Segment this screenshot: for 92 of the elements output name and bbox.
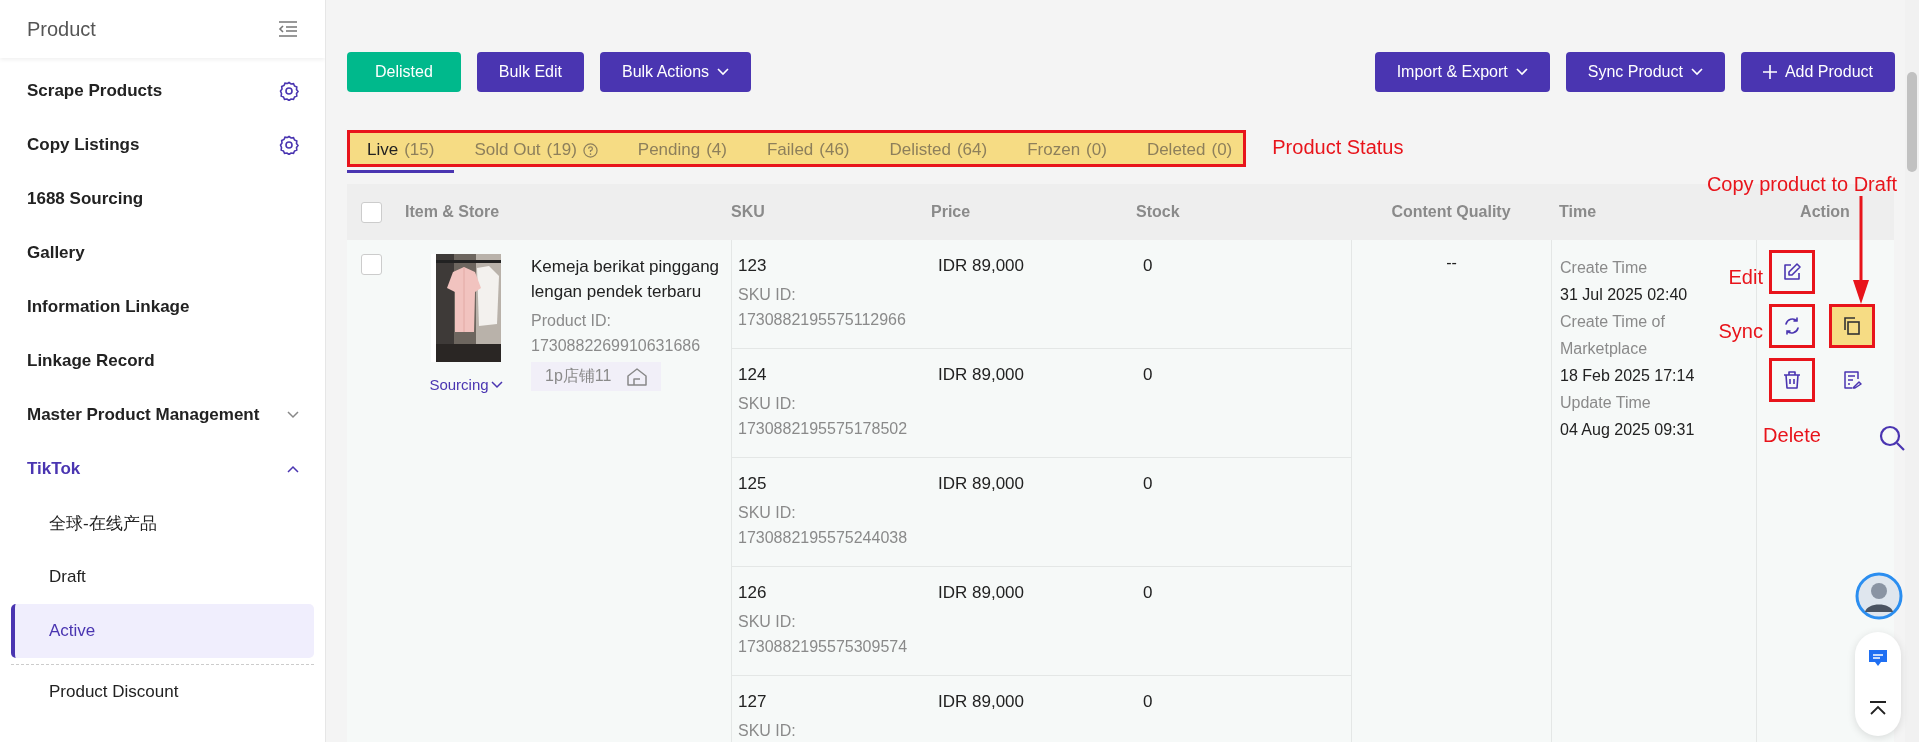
price: IDR 89,000 <box>938 474 1024 493</box>
sku-id-label: SKU ID: <box>738 612 797 632</box>
column-header: Item & Store <box>405 203 500 221</box>
annotation-label: Product Status <box>1272 136 1404 159</box>
sidebar-item[interactable]: Linkage Record <box>0 334 325 388</box>
annotation-label: Copy product to Draft <box>1706 173 1897 196</box>
sidebar-item[interactable]: Copy Listings <box>0 118 325 172</box>
edit-button[interactable] <box>1769 250 1815 294</box>
sidebar-title: Product <box>27 17 96 41</box>
store-tag: 1p店铺11 <box>531 362 662 391</box>
sync-button[interactable] <box>1769 304 1815 348</box>
dropdown-button[interactable]: Sync Product <box>1565 52 1725 92</box>
status-tab[interactable]: Live (15) <box>347 130 455 173</box>
plus-icon <box>1762 65 1777 79</box>
product-id-label: Product ID: <box>531 311 612 331</box>
collapse-icon[interactable] <box>278 21 298 37</box>
sidebar-item[interactable]: Gallery <box>0 226 325 280</box>
settings-icon[interactable] <box>279 81 299 101</box>
toolbar-button[interactable]: Bulk Edit <box>476 52 584 92</box>
sync-icon <box>1782 316 1802 336</box>
sidebar-subitem[interactable]: 全球-在线产品 <box>11 496 314 550</box>
chevron-icon <box>287 465 299 473</box>
annotation-label: Sync <box>1718 319 1763 343</box>
copy-icon <box>1842 316 1862 336</box>
sidebar-item[interactable]: 1688 Sourcing <box>0 172 325 226</box>
product-title: Kemeja berikat pinggang lengan pendek terbaru <box>531 256 721 303</box>
time-value: 31 Jul 2025 02:40 <box>1560 285 1688 305</box>
sku-id-label: SKU ID: <box>738 721 797 741</box>
time-value: 04 Aug 2025 09:31 <box>1560 420 1695 440</box>
stock: 0 <box>1143 692 1153 711</box>
stock: 0 <box>1143 583 1153 602</box>
content-quality: -- <box>1445 254 1458 272</box>
sidebar-subitem[interactable]: Draft <box>11 550 314 604</box>
column-header: Time <box>1559 203 1597 221</box>
search-icon[interactable] <box>1878 424 1906 452</box>
copy-button[interactable] <box>1829 304 1875 348</box>
caret-icon <box>1515 68 1528 76</box>
trash-icon <box>1782 370 1802 390</box>
dropdown-button[interactable]: Bulk Actions <box>599 52 752 92</box>
sidebar-group[interactable]: Master Product Management <box>0 388 325 442</box>
stock: 0 <box>1143 474 1153 493</box>
sku-value: 124 <box>738 364 768 386</box>
time-value: 18 Feb 2025 17:14 <box>1560 366 1695 386</box>
caret-icon <box>490 380 503 389</box>
row-checkbox[interactable] <box>361 254 382 275</box>
price: IDR 89,000 <box>938 692 1024 711</box>
notes-icon <box>1842 370 1862 390</box>
avatar[interactable] <box>1855 572 1903 620</box>
sku-id-label: SKU ID: <box>738 394 797 414</box>
annotation-label: Edit <box>1728 265 1763 289</box>
column-header: SKU <box>731 203 765 221</box>
column-header: Content Quality <box>1391 203 1511 221</box>
settings-icon[interactable] <box>279 135 299 155</box>
price: IDR 89,000 <box>938 583 1024 602</box>
sku-value: 125 <box>738 473 768 495</box>
sku-id: 1730882195575244038 <box>738 528 909 548</box>
annotation-label: Delete <box>1763 424 1821 447</box>
sourcing-link[interactable]: Sourcing <box>429 376 503 393</box>
column-header: Price <box>931 203 971 221</box>
caret-icon <box>717 68 730 76</box>
sidebar-group[interactable]: TikTok <box>0 442 325 496</box>
sidebar-item[interactable]: Information Linkage <box>0 280 325 334</box>
sidebar-subitem[interactable]: Active <box>11 604 314 658</box>
sku-value: 126 <box>738 582 768 604</box>
store-icon <box>627 367 648 386</box>
sidebar-item[interactable]: Scrape Products <box>0 64 325 118</box>
sku-id-label: SKU ID: <box>738 503 797 523</box>
help-icon <box>582 142 598 158</box>
sku-id-label: SKU ID: <box>738 285 797 305</box>
dropdown-button[interactable]: Import & Export <box>1374 52 1550 92</box>
sku-id: 1730882195575309574 <box>738 637 909 657</box>
time-label: Create Time <box>1560 258 1648 278</box>
product-id: 1730882269910631686 <box>531 336 701 356</box>
sku-id: 1730882195575112966 <box>738 310 907 330</box>
caret-icon <box>1690 68 1703 76</box>
edit-icon <box>1782 262 1802 282</box>
chevron-icon <box>287 411 299 419</box>
sku-value: 127 <box>738 691 768 713</box>
stock: 0 <box>1143 256 1153 275</box>
column-header: Action <box>1800 203 1850 221</box>
stock: 0 <box>1143 365 1153 384</box>
column-header: Stock <box>1136 203 1180 221</box>
price: IDR 89,000 <box>938 365 1024 384</box>
price: IDR 89,000 <box>938 256 1024 275</box>
time-label: Update Time <box>1560 393 1651 413</box>
sku-id: 1730882195575178502 <box>738 419 909 439</box>
sku-value: 123 <box>738 255 768 277</box>
select-all-checkbox[interactable] <box>361 201 382 223</box>
sidebar-subitem[interactable]: Product Discount <box>11 665 314 719</box>
time-label: Create Time of Marketplace <box>1560 312 1666 359</box>
add-button[interactable]: Add Product <box>1740 52 1895 92</box>
delete-button[interactable] <box>1769 358 1815 402</box>
